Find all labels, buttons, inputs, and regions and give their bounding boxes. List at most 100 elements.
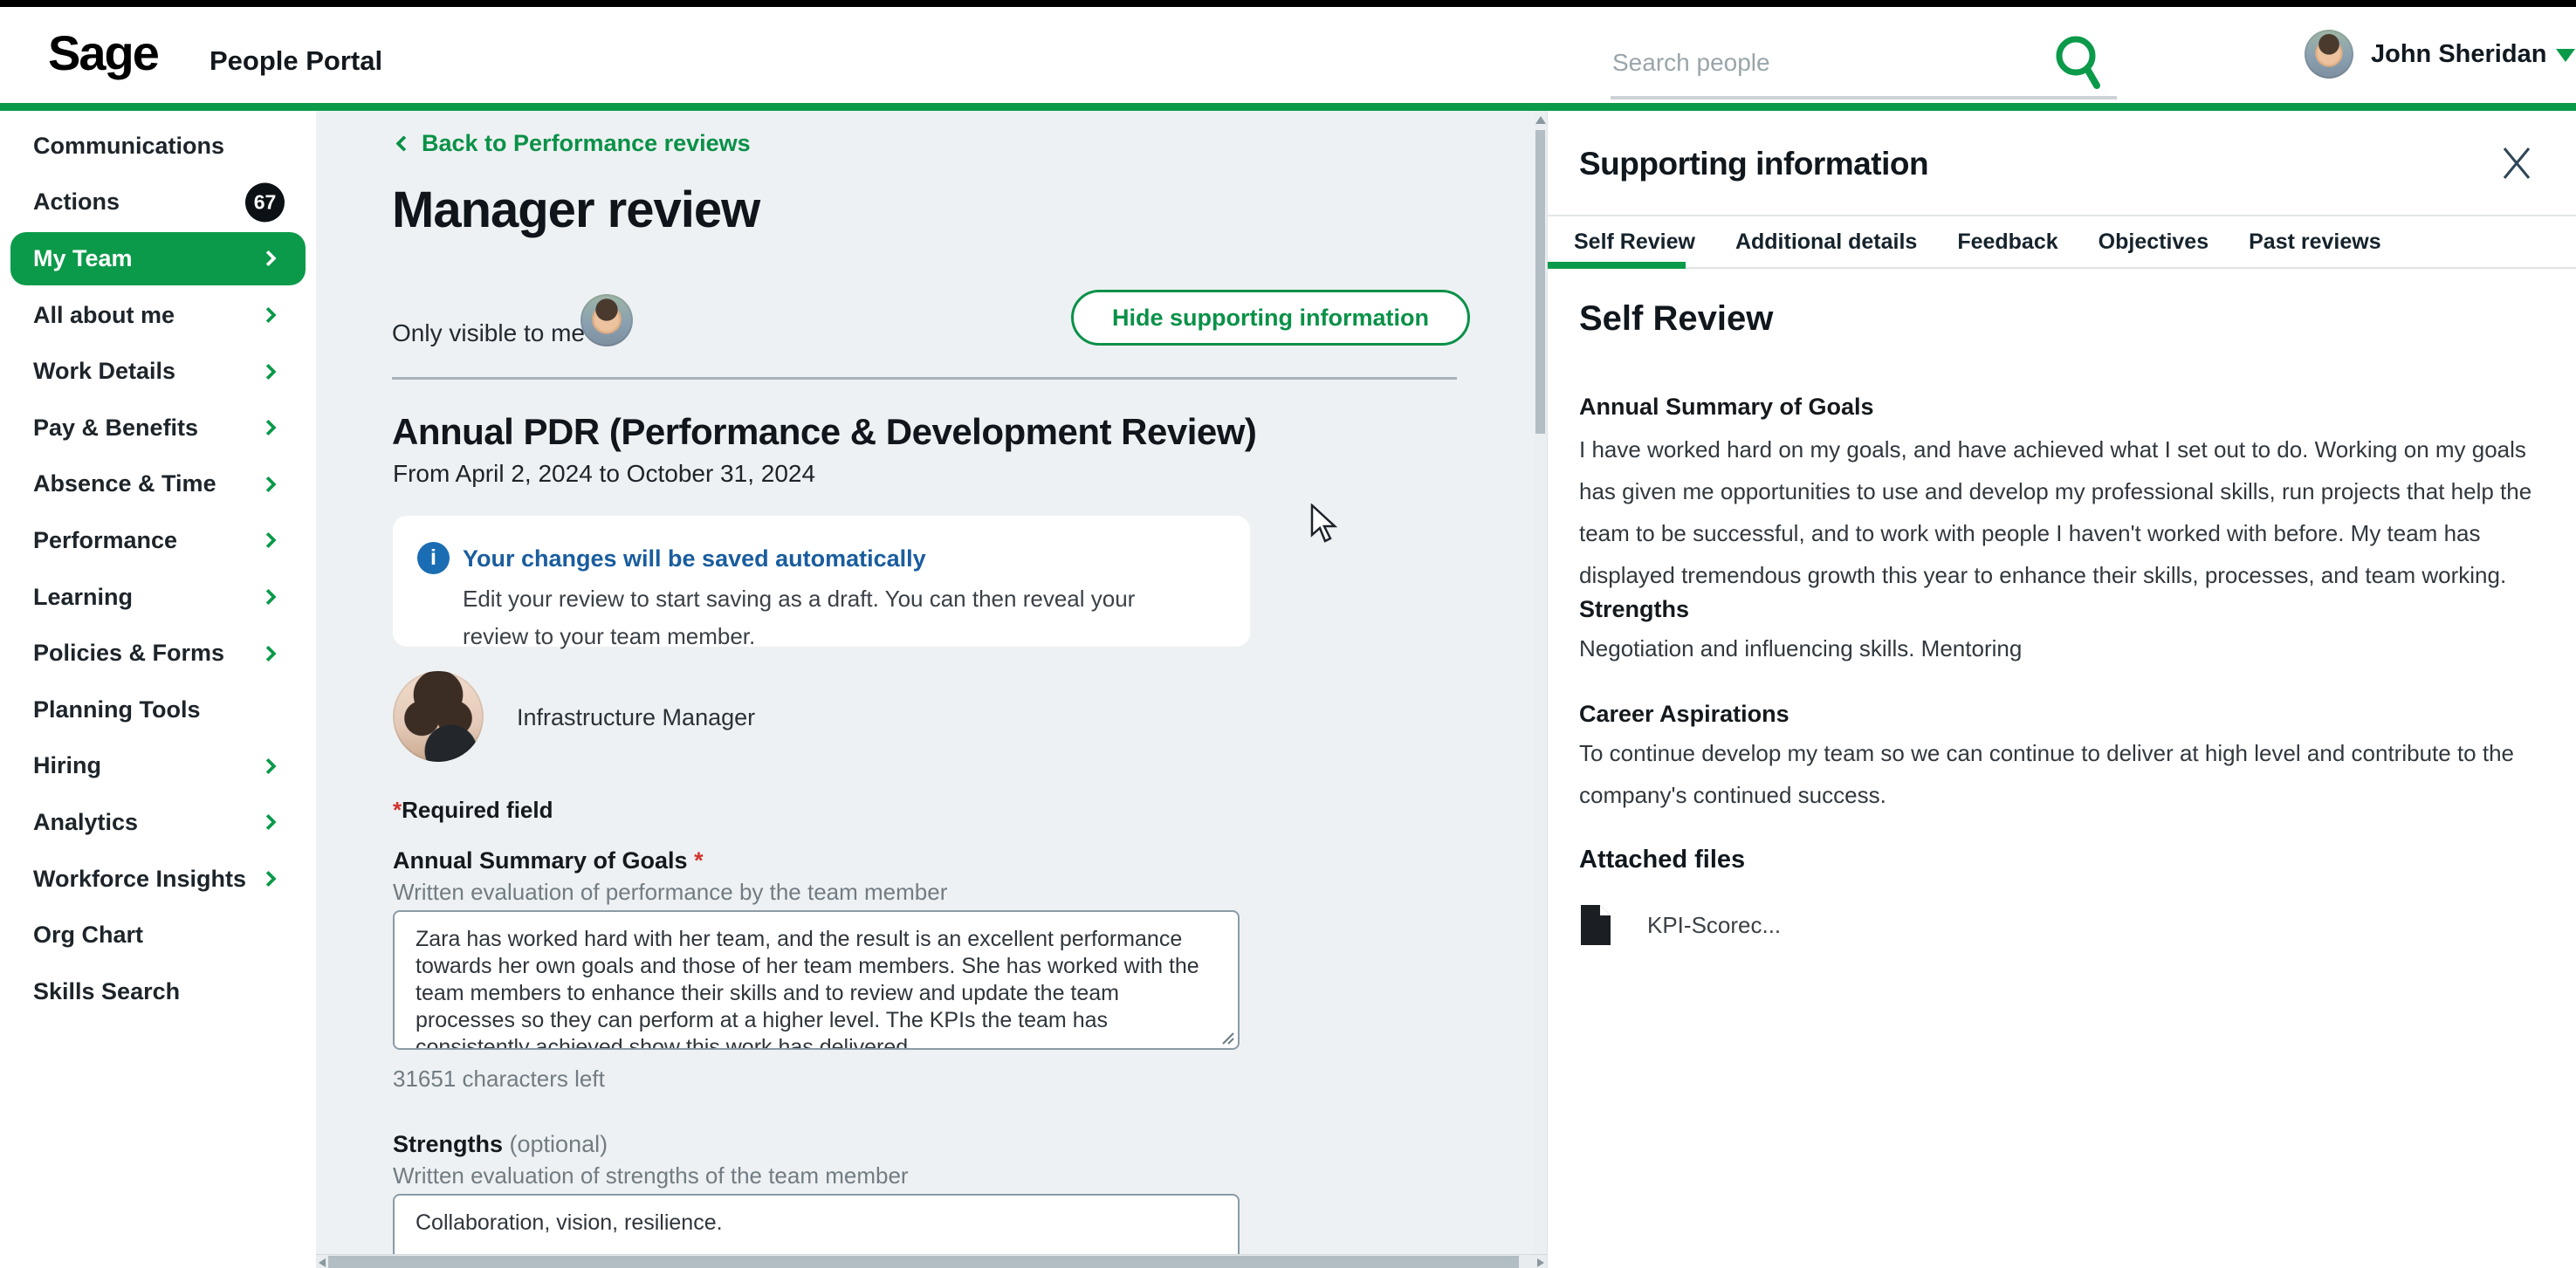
attached-files-heading: Attached files xyxy=(1579,846,1745,874)
horizontal-scrollbar-thumb[interactable] xyxy=(328,1256,1519,1268)
panel-strengths-body: Negotiation and influencing skills. Ment… xyxy=(1579,627,2543,669)
characters-left-counter: 31651 characters left xyxy=(393,1066,605,1093)
resize-handle-icon[interactable] xyxy=(1218,1028,1235,1045)
sidebar-item-pay-benefits[interactable]: Pay & Benefits xyxy=(0,400,316,456)
panel-tabs: Self Review Additional details Feedback … xyxy=(1574,216,2381,267)
user-name: John Sheridan xyxy=(2371,40,2546,69)
reviewee-role: Infrastructure Manager xyxy=(517,704,755,731)
sidebar-item-communications[interactable]: Communications xyxy=(0,118,316,175)
annual-summary-field: Zara has worked hard with her team, and … xyxy=(393,910,1240,1050)
visibility-row: Only visible to me Hide supporting infor… xyxy=(392,290,1457,380)
search-icon[interactable] xyxy=(2053,33,2107,91)
document-icon xyxy=(1579,903,1612,947)
sidebar-item-org-chart[interactable]: Org Chart xyxy=(0,907,316,963)
reviewee-avatar xyxy=(393,671,484,762)
panel-career-aspirations-body: To continue develop my team so we can co… xyxy=(1579,732,2543,816)
top-black-bar xyxy=(0,0,2576,7)
sidebar-item-learning[interactable]: Learning xyxy=(0,569,316,626)
self-review-heading: Self Review xyxy=(1579,299,1773,339)
page: Sage People Portal John Sheridan Communi… xyxy=(0,0,2576,1268)
mouse-cursor xyxy=(1309,504,1346,545)
sidebar-item-actions[interactable]: Actions67 xyxy=(0,175,316,231)
main-vertical-scrollbar[interactable] xyxy=(1534,111,1547,1254)
panel-title: Supporting information xyxy=(1579,146,1928,182)
required-field-note: *Required field xyxy=(393,797,553,824)
search-underline xyxy=(1611,96,2117,99)
section-divider xyxy=(392,377,1457,380)
tab-past-reviews[interactable]: Past reviews xyxy=(2249,230,2381,255)
sidebar-item-hiring[interactable]: Hiring xyxy=(0,738,316,795)
brand-accent-bar xyxy=(0,103,2576,111)
chevron-right-icon xyxy=(260,645,276,661)
strengths-hint: Written evaluation of strengths of the t… xyxy=(393,1162,909,1189)
attached-file-name: KPI-Scorec... xyxy=(1647,912,1781,939)
tabs-divider xyxy=(1548,267,2576,269)
chevron-right-icon xyxy=(260,532,276,548)
sidebar-item-my-team[interactable]: My Team xyxy=(0,230,316,287)
sidebar-item-skills-search[interactable]: Skills Search xyxy=(0,963,316,1020)
tab-self-review[interactable]: Self Review xyxy=(1574,230,1695,255)
active-tab-underline xyxy=(1548,262,1686,269)
scroll-left-arrow-icon[interactable] xyxy=(319,1258,326,1267)
user-avatar xyxy=(2305,30,2353,79)
chevron-right-icon xyxy=(260,307,276,323)
main-horizontal-scrollbar[interactable] xyxy=(316,1254,1547,1268)
tab-additional-details[interactable]: Additional details xyxy=(1735,230,1917,255)
chevron-right-icon xyxy=(260,589,276,605)
panel-annual-summary-heading: Annual Summary of Goals xyxy=(1579,394,1874,421)
chevron-right-icon xyxy=(260,420,276,435)
attached-file-item[interactable]: KPI-Scorec... xyxy=(1579,903,1781,947)
chevron-right-icon xyxy=(260,758,276,774)
review-period: From April 2, 2024 to October 31, 2024 xyxy=(393,460,815,488)
visibility-note: Only visible to me xyxy=(392,319,585,347)
search-input[interactable] xyxy=(1611,40,2047,86)
chevron-down-icon[interactable] xyxy=(2556,49,2575,62)
chevron-right-icon xyxy=(260,476,276,492)
strengths-label: Strengths (optional) xyxy=(393,1131,608,1158)
sidebar-item-performance[interactable]: Performance xyxy=(0,512,316,569)
autosave-info-card: i Your changes will be saved automatical… xyxy=(393,516,1250,647)
back-to-performance-reviews-link[interactable]: Back to Performance reviews xyxy=(398,130,751,157)
autosave-title: Your changes will be saved automatically xyxy=(463,545,926,572)
sage-logo[interactable]: Sage xyxy=(48,24,158,81)
actions-count-badge: 67 xyxy=(245,182,285,222)
search-bar xyxy=(1611,28,2117,99)
chevron-right-icon xyxy=(260,363,276,379)
chevron-right-icon xyxy=(260,250,276,266)
back-link-label: Back to Performance reviews xyxy=(422,130,751,157)
manager-avatar xyxy=(580,294,633,346)
sidebar: Communications Actions67 My Team All abo… xyxy=(0,111,316,1268)
tab-objectives[interactable]: Objectives xyxy=(2099,230,2208,255)
sidebar-item-planning-tools[interactable]: Planning Tools xyxy=(0,682,316,738)
annual-summary-label: Annual Summary of Goals * xyxy=(393,847,704,874)
manager-review-content: Back to Performance reviews Manager revi… xyxy=(316,111,1534,1268)
panel-strengths-heading: Strengths xyxy=(1579,596,1689,623)
close-icon[interactable] xyxy=(2499,146,2534,181)
sidebar-item-work-details[interactable]: Work Details xyxy=(0,343,316,400)
annual-summary-textarea[interactable]: Zara has worked hard with her team, and … xyxy=(393,910,1240,1050)
page-title: Manager review xyxy=(392,181,759,239)
supporting-information-panel: Supporting information Self Review Addit… xyxy=(1547,111,2576,1268)
app-header: Sage People Portal John Sheridan xyxy=(0,7,2576,103)
sidebar-item-absence-time[interactable]: Absence & Time xyxy=(0,456,316,513)
vertical-scrollbar-thumb[interactable] xyxy=(1535,130,1545,434)
info-icon: i xyxy=(417,542,450,574)
required-asterisk: * xyxy=(393,797,402,823)
chevron-right-icon xyxy=(260,871,276,887)
review-title: Annual PDR (Performance & Development Re… xyxy=(392,411,1256,453)
autosave-body: Edit your review to start saving as a dr… xyxy=(463,580,1196,655)
panel-annual-summary-body: I have worked hard on my goals, and have… xyxy=(1579,428,2543,596)
scroll-right-arrow-icon[interactable] xyxy=(1537,1258,1544,1267)
annual-summary-hint: Written evaluation of performance by the… xyxy=(393,879,947,906)
scroll-up-arrow-icon[interactable] xyxy=(1535,116,1546,124)
sidebar-item-policies-forms[interactable]: Policies & Forms xyxy=(0,625,316,682)
sidebar-item-all-about-me[interactable]: All about me xyxy=(0,287,316,344)
chevron-left-icon xyxy=(395,135,411,151)
chevron-right-icon xyxy=(260,814,276,830)
panel-career-aspirations-heading: Career Aspirations xyxy=(1579,701,1789,728)
sidebar-item-analytics[interactable]: Analytics xyxy=(0,794,316,851)
sidebar-item-workforce-insights[interactable]: Workforce Insights xyxy=(0,851,316,908)
hide-supporting-information-button[interactable]: Hide supporting information xyxy=(1071,290,1470,346)
tab-feedback[interactable]: Feedback xyxy=(1957,230,2057,255)
app-title: People Portal xyxy=(210,45,382,77)
